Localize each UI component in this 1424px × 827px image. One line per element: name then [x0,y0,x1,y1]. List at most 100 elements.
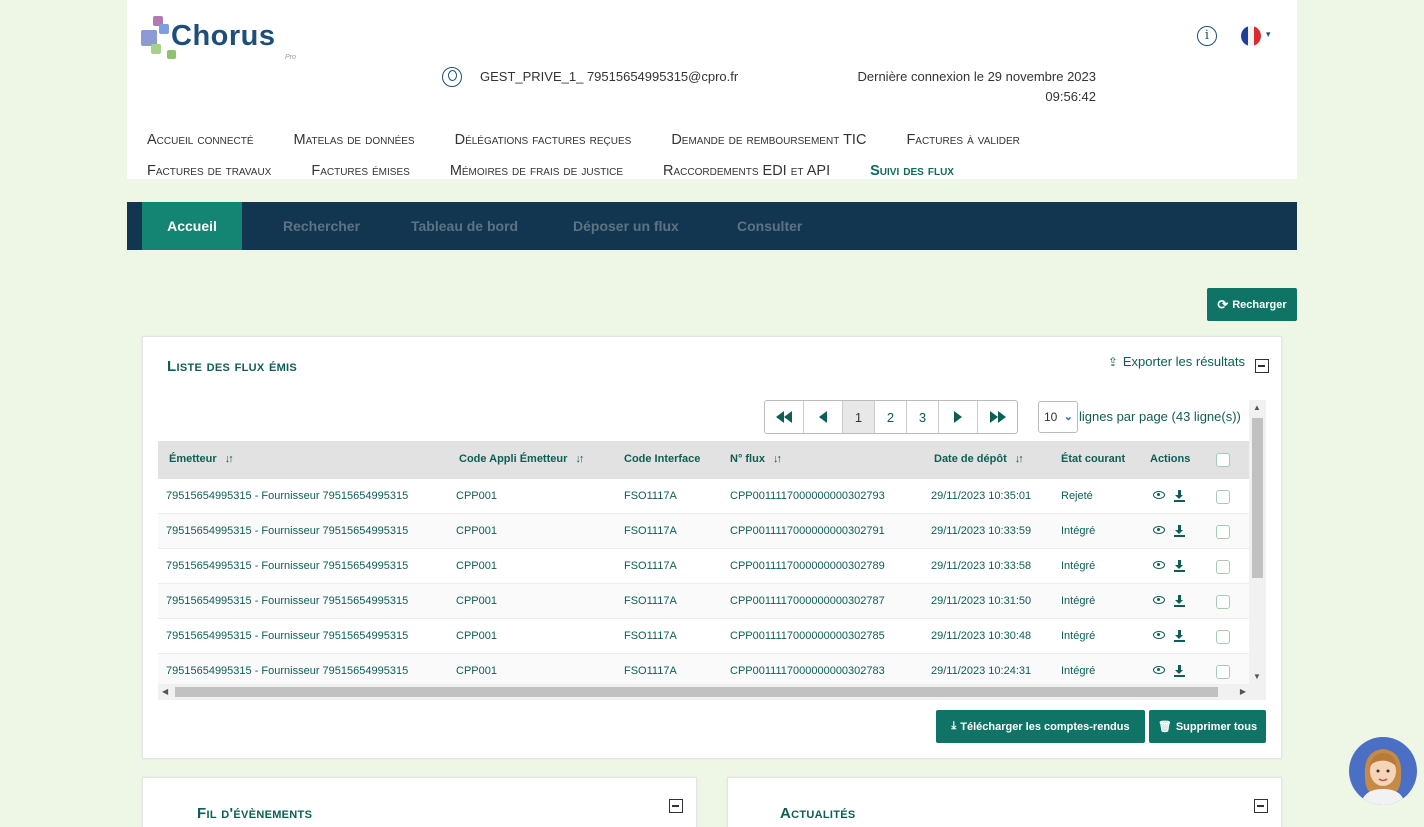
cell-code-interface: FSO1117A [624,630,677,642]
table-row: 79515654995315 - Fournisseur 79515654995… [158,549,1249,584]
tab-accueil[interactable]: Accueil [142,202,242,250]
download-reports-button[interactable]: ⤓ Télécharger les comptes-rendus [936,710,1145,743]
french-flag-icon[interactable] [1241,26,1261,46]
per-page-select[interactable]: 10 ⌄ [1038,401,1078,433]
nav-accueil-connecte[interactable]: Accueil connecté [147,132,254,148]
news-panel: Actualités [727,777,1282,827]
row-checkbox[interactable] [1216,525,1230,539]
sort-icon: ↓↑ [1014,453,1024,465]
next-page-button[interactable] [939,401,978,433]
cell-emetteur: 79515654995315 - Fournisseur 79515654995… [166,665,409,677]
tab-consulter[interactable]: Consulter [737,202,802,250]
trash-icon: 🗑 [1157,721,1172,733]
cell-code-appli: CPP001 [456,525,497,537]
cell-date: 29/11/2023 10:31:50 [931,595,1032,607]
row-checkbox[interactable] [1216,630,1230,644]
select-all-checkbox[interactable] [1216,453,1230,467]
cell-code-appli: CPP001 [456,630,497,642]
export-label: Exporter les résultats [1122,354,1245,369]
cell-emetteur: 79515654995315 - Fournisseur 79515654995… [166,595,409,607]
nav-matelas-donnees[interactable]: Matelas de données [294,132,415,148]
chorus-logo[interactable]: Chorus Pro [137,14,297,64]
row-checkbox[interactable] [1216,595,1230,609]
download-reports-label: Télécharger les comptes-rendus [960,720,1130,733]
table-row: 79515654995315 - Fournisseur 79515654995… [158,479,1249,514]
view-eye-icon[interactable] [1153,666,1165,674]
horizontal-scrollbar[interactable]: ◀ ▶ [158,684,1266,700]
nav-remboursement-tic[interactable]: Demande de remboursement TIC [671,132,866,148]
download-icon[interactable] [1174,665,1185,677]
tab-tableau-de-bord[interactable]: Tableau de bord [411,202,518,250]
download-icon[interactable] [1174,560,1185,572]
col-code-interface: Code Interface [624,453,701,465]
download-icon[interactable] [1174,525,1185,537]
user-account[interactable]: GEST_PRIVE_1_ 79515654995315@cpro.fr [480,69,738,84]
download-icon[interactable] [1174,630,1185,642]
cell-etat: Rejeté [1061,490,1093,502]
cell-emetteur: 79515654995315 - Fournisseur 79515654995… [166,525,409,537]
nav-suivi-flux[interactable]: Suivi des flux [870,163,954,179]
panel-title: Liste des flux émis [167,358,298,375]
news-title: Actualités [780,805,856,822]
nav-factures-valider[interactable]: Factures à valider [906,132,1019,148]
collapse-icon[interactable] [1255,359,1269,373]
cell-emetteur: 79515654995315 - Fournisseur 79515654995… [166,630,409,642]
delete-all-button[interactable]: 🗑 Supprimer tous [1149,710,1266,743]
collapse-icon[interactable] [669,799,683,813]
sort-icon: ↓↑ [575,453,584,465]
download-icon[interactable] [1174,595,1185,607]
cell-etat: Intégré [1061,595,1096,607]
row-checkbox[interactable] [1216,560,1230,574]
cell-date: 29/11/2023 10:33:59 [931,525,1032,537]
nav-delegations[interactable]: Délégations factures reçues [455,132,632,148]
last-page-button[interactable] [978,401,1017,433]
page-1-button[interactable]: 1 [843,401,875,433]
cell-code-appli: CPP001 [456,665,497,677]
col-num-flux[interactable]: N° flux ↓↑ [730,453,782,465]
refresh-icon: ⟳ [1217,296,1229,312]
cell-etat: Intégré [1061,665,1096,677]
horizontal-scroll-thumb[interactable] [175,687,1218,697]
nav-memoires-frais[interactable]: Mémoires de frais de justice [450,163,623,179]
col-code-appli[interactable]: Code Appli Émetteur ↓↑ [459,453,584,465]
download-icon[interactable] [1174,490,1185,502]
table-row: 79515654995315 - Fournisseur 79515654995… [158,584,1249,619]
tab-rechercher[interactable]: Rechercher [283,202,360,250]
row-checkbox[interactable] [1216,665,1230,679]
view-eye-icon[interactable] [1153,631,1165,639]
view-eye-icon[interactable] [1153,596,1165,604]
cell-code-interface: FSO1117A [624,490,677,502]
reload-label: Recharger [1232,298,1287,311]
nav-factures-emises[interactable]: Factures émises [311,163,409,179]
last-login-time: 09:56:42 [1045,89,1096,104]
export-results-link[interactable]: ⇪ Exporter les résultats [1108,354,1245,369]
col-actions: Actions [1150,453,1191,465]
tab-deposer-flux[interactable]: Déposer un flux [573,202,679,250]
row-checkbox[interactable] [1216,490,1230,504]
cell-code-interface: FSO1117A [624,560,677,572]
prev-page-button[interactable] [804,401,843,433]
view-eye-icon[interactable] [1153,491,1165,499]
nav-raccordements[interactable]: Raccordements EDI et API [663,163,830,179]
col-date-depot[interactable]: Date de dépôt ↓↑ [934,453,1024,465]
events-title: Fil d'évènements [197,805,313,822]
vertical-scroll-thumb[interactable] [1252,418,1263,578]
cell-emetteur: 79515654995315 - Fournisseur 79515654995… [166,490,409,502]
view-eye-icon[interactable] [1153,526,1165,534]
chevron-down-icon[interactable]: ▾ [1266,29,1271,40]
flux-table: Émetteur ↓↑ Code Appli Émetteur ↓↑ Code In… [158,441,1249,684]
vertical-scrollbar[interactable]: ▲ ▼ [1249,400,1266,684]
nav-factures-travaux[interactable]: Factures de travaux [147,163,271,179]
table-row: 79515654995315 - Fournisseur 79515654995… [158,514,1249,549]
cell-code-interface: FSO1117A [624,665,677,677]
info-icon[interactable]: i [1197,26,1217,46]
col-emetteur[interactable]: Émetteur ↓↑ [169,453,234,465]
page-2-button[interactable]: 2 [875,401,907,433]
first-page-button[interactable] [765,401,804,433]
page-3-button[interactable]: 3 [907,401,939,433]
view-eye-icon[interactable] [1153,561,1165,569]
assistant-avatar[interactable] [1349,737,1417,805]
cell-code-interface: FSO1117A [624,525,677,537]
collapse-icon[interactable] [1254,799,1268,813]
reload-button[interactable]: ⟳ Recharger [1207,288,1297,321]
